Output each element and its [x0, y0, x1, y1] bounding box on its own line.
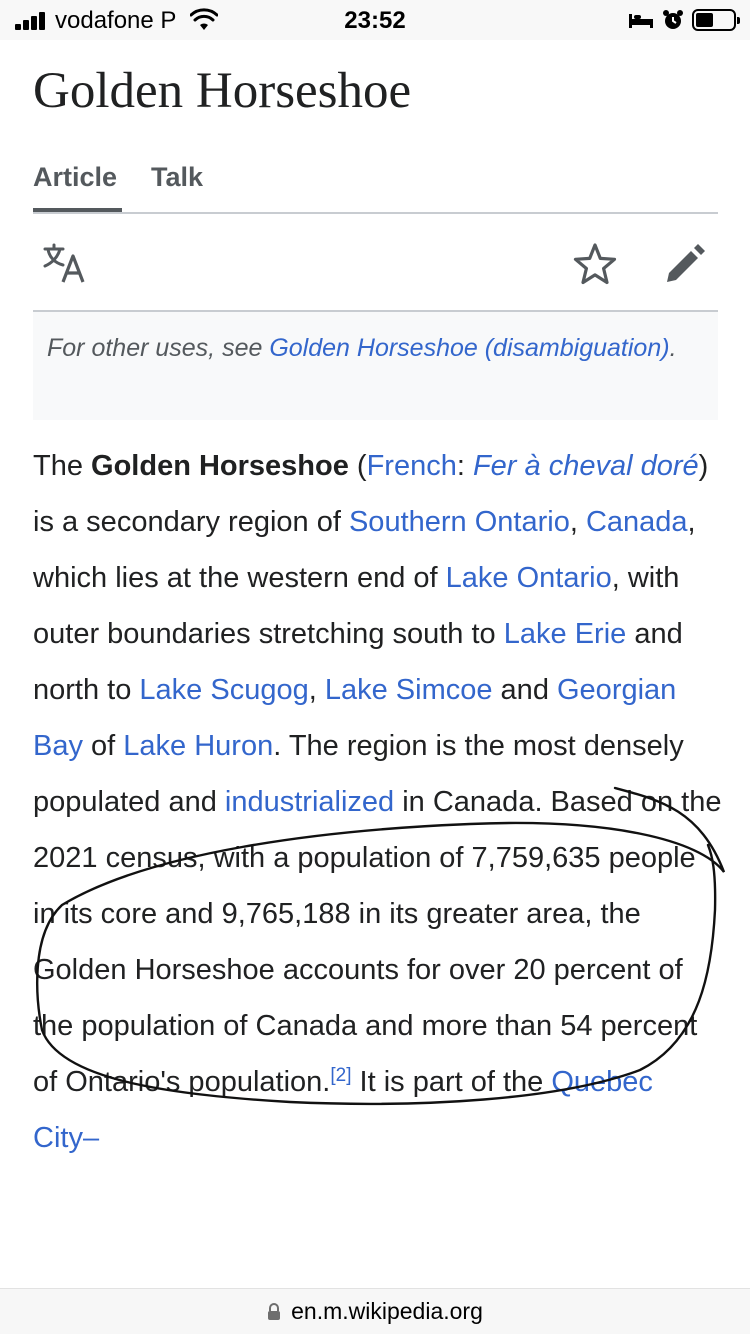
- text-run: :: [456, 450, 473, 482]
- text-run: in Canada. Based on the 2021 census, wit…: [33, 786, 722, 1098]
- text-run: ,: [569, 506, 586, 538]
- link-lake-ontario[interactable]: Lake Ontario: [446, 562, 612, 594]
- disambiguation-link[interactable]: Golden Horseshoe (disambiguation): [269, 334, 669, 362]
- text-run: ,: [308, 674, 325, 706]
- link-lake-simcoe[interactable]: Lake Simcoe: [325, 674, 493, 706]
- bold-title: Golden Horseshoe: [91, 450, 349, 482]
- alarm-icon: [663, 10, 683, 29]
- language-icon[interactable]: [41, 240, 89, 288]
- link-industrialized[interactable]: industrialized: [225, 786, 394, 818]
- link-lake-huron[interactable]: Lake Huron: [123, 730, 273, 762]
- battery-icon: [692, 9, 740, 31]
- status-icons: [628, 6, 740, 34]
- status-bar: vodafone P 23:52: [0, 0, 750, 40]
- edit-pencil-icon[interactable]: [661, 240, 709, 288]
- page-tabs: Article Talk: [33, 150, 718, 214]
- bed-icon: [629, 14, 653, 28]
- page-title: Golden Horseshoe: [33, 63, 412, 119]
- french-name: Fer à cheval doré: [472, 450, 699, 482]
- browser-url-bar[interactable]: en.m.wikipedia.org: [0, 1288, 750, 1334]
- link-lake-erie[interactable]: Lake Erie: [504, 618, 627, 650]
- lock-icon: [268, 1302, 281, 1320]
- text-run: of: [82, 730, 124, 762]
- hatnote: For other uses, see Golden Horseshoe (di…: [33, 312, 718, 420]
- hatnote-suffix: .: [669, 334, 677, 362]
- hatnote-prefix: For other uses, see: [47, 334, 270, 362]
- text-run: and: [492, 674, 557, 706]
- watch-star-icon[interactable]: [571, 240, 619, 288]
- text-run: It is part of the: [351, 1066, 552, 1098]
- tab-article[interactable]: Article: [33, 162, 122, 212]
- text-run: The: [33, 450, 92, 482]
- tab-talk[interactable]: Talk: [151, 162, 203, 193]
- citation-link[interactable]: [2]: [330, 1065, 351, 1086]
- url-text: en.m.wikipedia.org: [291, 1298, 483, 1324]
- link-southern-ontario[interactable]: Southern Ontario: [349, 506, 570, 538]
- page-actions-bar: [33, 214, 718, 312]
- article-paragraph: The Golden Horseshoe (French: Fer à chev…: [33, 438, 723, 1166]
- text-run: (: [348, 450, 367, 482]
- link-canada[interactable]: Canada: [586, 506, 688, 538]
- link-lake-scugog[interactable]: Lake Scugog: [139, 674, 308, 706]
- link-french[interactable]: French: [367, 450, 457, 482]
